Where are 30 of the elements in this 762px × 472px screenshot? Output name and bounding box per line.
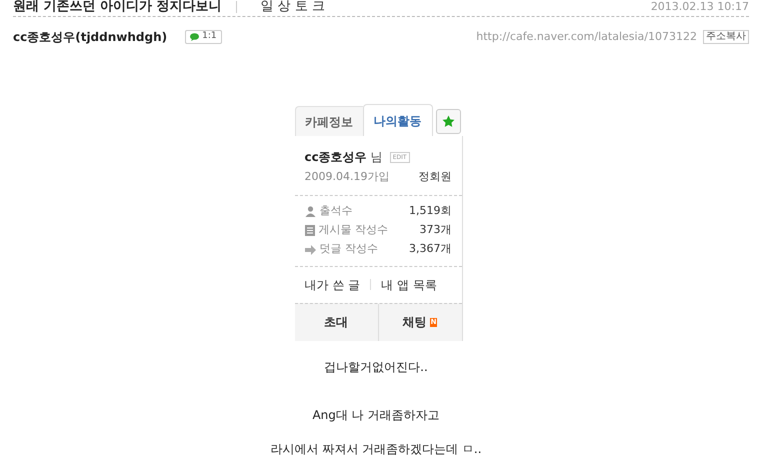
stat-label: 덧글 작성수 (320, 241, 378, 258)
post-title: 원래 기존쓰던 아이디가 정지다보니 (13, 0, 222, 16)
profile-link[interactable]: 내가 쓴 글 (304, 276, 360, 294)
member-name: cc종호성우 (304, 149, 367, 166)
profile-link[interactable]: 내 앱 목록 (381, 276, 437, 294)
category-label: 일 상 토 크 (260, 0, 325, 16)
post-date: 2013.02.13 10:17 (650, 0, 749, 15)
body-text: 겁나할거없어진다.. (324, 358, 428, 376)
stat-value: 1,519회 (409, 203, 452, 220)
stat-label: 게시물 작성수 (318, 222, 388, 238)
author-name[interactable]: cc종호성우(tjddnwhdgh) (13, 28, 168, 46)
chat-button[interactable]: 1:1 (185, 30, 222, 44)
arrow-icon (304, 244, 316, 254)
tab[interactable]: 나의활동 (362, 104, 432, 136)
body-text: 라시에서 짜져서 거래좀하겠다는데 ㅁ.. (270, 440, 482, 458)
member-rank: 정회원 (418, 169, 452, 185)
card-action-button[interactable]: 초대 (294, 304, 378, 340)
honorific-label: 님 (370, 149, 383, 166)
copy-address-button[interactable]: 주소복사 (703, 30, 749, 44)
stat-label: 출석수 (320, 203, 352, 220)
tab[interactable]: 카페정보 (294, 106, 362, 136)
speech-bubble-icon (190, 33, 200, 41)
person-icon (304, 206, 316, 217)
favorite-button[interactable] (436, 109, 460, 134)
join-date: 2009.04.19가입 (304, 169, 390, 185)
stat-value: 3,367개 (409, 241, 452, 258)
body-text: Ang대 나 거래좀하자고 (312, 406, 440, 424)
star-icon (442, 115, 454, 128)
document-icon (304, 225, 314, 236)
stat-value: 373개 (420, 222, 452, 238)
